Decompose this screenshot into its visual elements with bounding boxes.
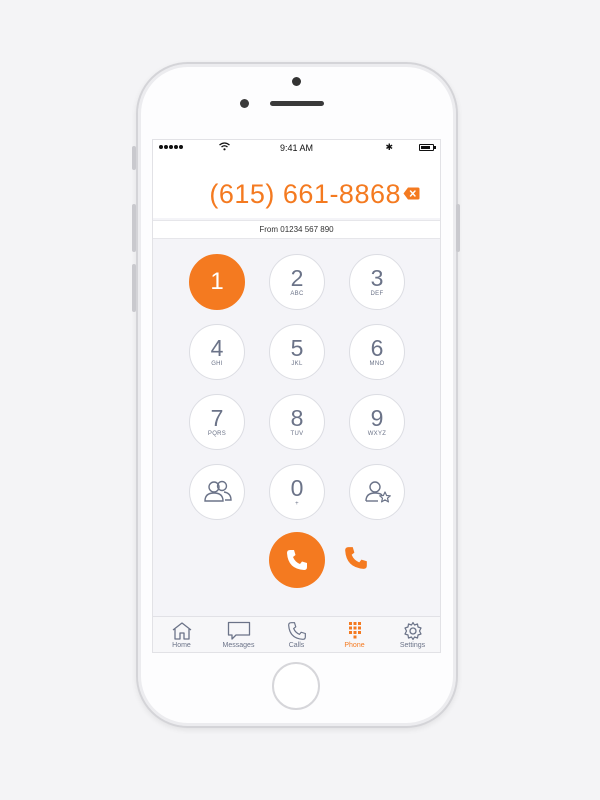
call-button[interactable] (269, 532, 325, 588)
key-3-letters: DEF (370, 291, 384, 297)
key-1[interactable]: 1 (189, 254, 245, 310)
contacts-button[interactable] (189, 464, 245, 520)
home-button[interactable] (272, 662, 320, 710)
key-8[interactable]: 8 TUV (269, 394, 325, 450)
favorite-contact-button[interactable] (349, 464, 405, 520)
bluetooth-icon: ✱ (385, 142, 393, 152)
tab-messages[interactable]: Messages (210, 621, 267, 649)
tab-home-label: Home (172, 642, 191, 649)
key-3[interactable]: 3 DEF (349, 254, 405, 310)
volume-up-button (132, 204, 136, 252)
contacts-icon (204, 480, 232, 502)
key-9-letters: WXYZ (367, 431, 387, 437)
volume-down-button (132, 264, 136, 312)
key-4[interactable]: 4 GHI (189, 324, 245, 380)
phone-icon (287, 622, 306, 640)
camera-icon (292, 77, 301, 86)
phone-icon (287, 550, 307, 570)
key-0-letters: + (295, 501, 299, 507)
key-7[interactable]: 7 PQRS (189, 394, 245, 450)
key-1-digit: 1 (210, 268, 224, 295)
message-bubble-icon (227, 621, 250, 640)
key-6-digit: 6 (370, 335, 384, 361)
battery-icon (419, 144, 436, 151)
key-8-digit: 8 (290, 405, 304, 431)
tab-settings-label: Settings (399, 642, 426, 649)
tab-calls-label: Calls (288, 642, 305, 649)
gear-icon (403, 621, 422, 641)
number-display: (615) 661-8868 (153, 156, 440, 218)
key-7-letters: PQRS (207, 431, 227, 437)
earpiece-speaker (270, 101, 324, 106)
key-8-letters: TUV (290, 431, 304, 437)
from-number-label: From 01234 567 890 (259, 225, 334, 234)
home-icon (172, 622, 191, 640)
keypad-icon (348, 622, 361, 639)
tab-calls[interactable]: Calls (268, 621, 325, 649)
tab-bar: Home Messages Calls Phone Settings (153, 616, 440, 652)
key-0-digit: 0 (290, 475, 304, 501)
caller-id-bar[interactable]: From 01234 567 890 (153, 220, 440, 239)
key-5-digit: 5 (290, 335, 304, 361)
favorite-contact-icon (365, 481, 391, 503)
mute-switch (132, 146, 136, 170)
power-button (456, 204, 460, 252)
key-7-digit: 7 (210, 405, 224, 431)
key-6[interactable]: 6 MNO (349, 324, 405, 380)
status-bar: 9:41 AM ✱ (153, 140, 440, 156)
dialed-number: (615) 661-8868 (209, 179, 401, 209)
key-4-letters: GHI (211, 361, 223, 367)
tab-home[interactable]: Home (153, 621, 210, 649)
phone-screen: 9:41 AM ✱ (615) 661-8868 From 01234 567 … (152, 139, 441, 653)
key-9[interactable]: 9 WXYZ (349, 394, 405, 450)
backspace-icon[interactable] (403, 187, 420, 200)
status-time: 9:41 AM (279, 143, 314, 153)
key-5-letters: JKL (291, 361, 303, 367)
tab-settings[interactable]: Settings (384, 621, 440, 649)
key-5[interactable]: 5 JKL (269, 324, 325, 380)
key-0[interactable]: 0 + (269, 464, 325, 520)
key-6-letters: MNO (369, 361, 385, 367)
tab-phone[interactable]: Phone (326, 621, 383, 649)
key-9-digit: 9 (370, 405, 384, 431)
key-3-digit: 3 (370, 265, 384, 291)
alt-call-icon[interactable] (343, 545, 369, 571)
key-2-digit: 2 (290, 265, 304, 291)
key-2-letters: ABC (290, 291, 304, 297)
front-camera-icon (240, 99, 249, 108)
tab-messages-label: Messages (222, 642, 255, 649)
key-2[interactable]: 2 ABC (269, 254, 325, 310)
key-4-digit: 4 (210, 335, 224, 361)
tab-phone-label: Phone (344, 642, 365, 649)
